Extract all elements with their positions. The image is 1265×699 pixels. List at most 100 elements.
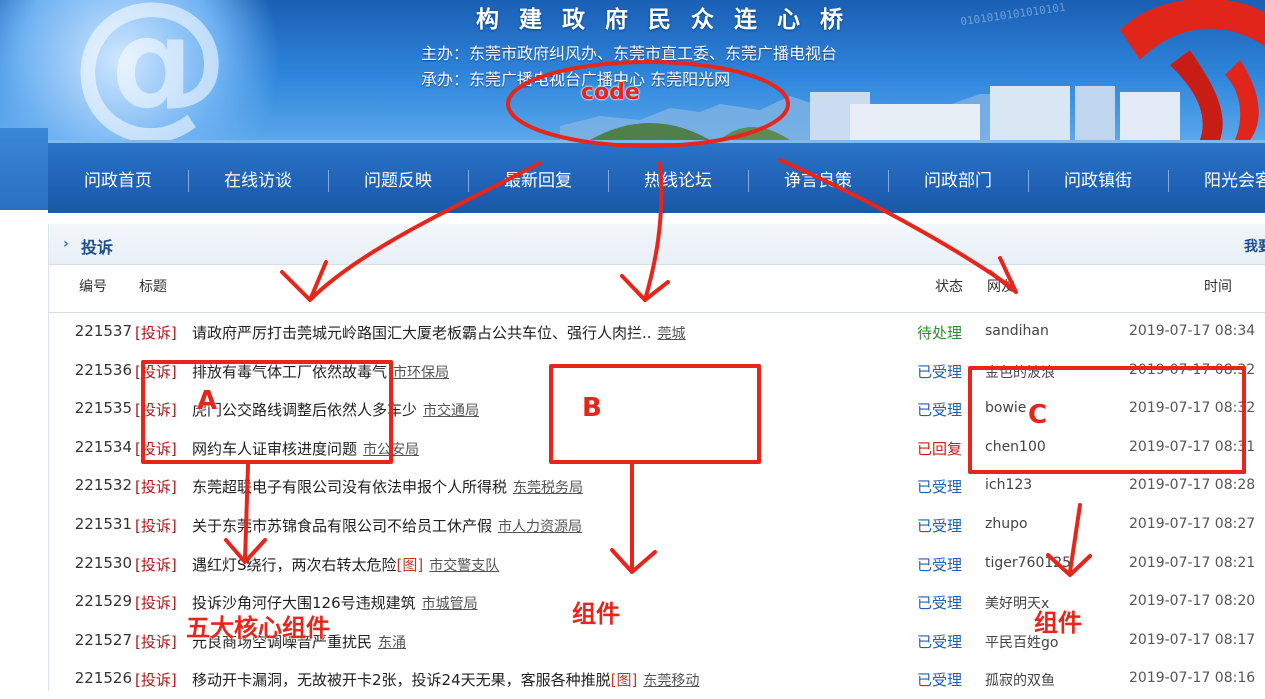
nav-item-interview[interactable]: 在线访谈 [188, 166, 328, 192]
item-number: 221531 [74, 515, 132, 533]
item-title-wrap: 东莞超联电子有限公司没有依法申报个人所得税 东莞税务局 [192, 476, 583, 497]
item-user: 金色的波浪 [985, 364, 1055, 381]
annotation-code: code [581, 80, 640, 105]
more-link[interactable]: 我要 [1244, 236, 1265, 256]
nav-item-departments[interactable]: 问政部门 [888, 166, 1028, 192]
item-tag: [投诉] [135, 401, 177, 420]
item-department[interactable]: 市交通局 [423, 403, 479, 419]
item-tag: [投诉] [135, 555, 177, 574]
item-department[interactable]: 东莞税务局 [513, 480, 583, 496]
picture-marker: [图] [610, 671, 638, 690]
item-number: 221532 [74, 476, 132, 495]
item-number: 221529 [74, 592, 132, 611]
item-time: 2019-07-17 08:17 [1129, 631, 1256, 648]
item-tag: [投诉] [135, 594, 177, 613]
item-status: 已受理 [917, 632, 963, 651]
nav-item-advice[interactable]: 诤言良策 [748, 166, 888, 192]
annotation-c: C [1028, 400, 1048, 430]
item-number: 221530 [74, 553, 132, 572]
item-user: tiger760125 [985, 554, 1072, 571]
item-number: 221535 [74, 399, 132, 418]
item-title-wrap: 请政府严厉打击莞城元岭路国汇大厦老板霸占公共车位、强行人肉拦.. 莞城 [192, 322, 686, 343]
banner-slogan: 构 建 政 府 民 众 连 心 桥 [476, 7, 850, 33]
item-status: 已回复 [917, 439, 963, 458]
list-item[interactable]: 221534 [投诉] 网约车人证审核进度问题 市公安局 已回复 chen100 2019-… [49, 430, 1265, 468]
banner-organizer: 主办：东莞市政府纠风办、东莞市直工委、东莞广播电视台 [421, 44, 838, 63]
annotation-a: A [197, 386, 218, 416]
nav-item-reception[interactable]: 阳光会客 [1168, 166, 1265, 192]
item-title[interactable]: 关于东莞市苏锦食品有限公司不给员工休产假 [192, 517, 492, 535]
item-title[interactable]: 移动开卡漏洞，无故被开卡2张，投诉24天无果，客服各种推脱 [192, 671, 611, 689]
item-title[interactable]: 排放有毒气体工厂依然故毒气 [192, 363, 387, 381]
header-divider [49, 312, 1265, 313]
item-title-wrap: 网约车人证审核进度问题 市公安局 [192, 438, 419, 459]
list-item[interactable]: 221526 [投诉] 移动开卡漏洞，无故被开卡2张，投诉24天无果，客服各种推脱[… [49, 661, 1265, 699]
list-item[interactable]: 221535 [投诉] 虎门公交路线调整后依然人多车少 市交通局 已受理 bowie 201… [49, 391, 1265, 429]
section-title: 投诉 [81, 238, 114, 257]
item-tag: [投诉] [135, 439, 177, 458]
nav-left-edge [0, 128, 48, 210]
col-number: 编号 [79, 279, 107, 295]
item-department[interactable]: 市人力资源局 [498, 519, 582, 535]
item-time: 2019-07-17 08:28 [1129, 477, 1256, 494]
item-user: sandihan [985, 323, 1049, 339]
item-title-wrap: 移动开卡漏洞，无故被开卡2张，投诉24天无果，客服各种推脱[图] 东莞移动 [192, 669, 699, 690]
item-tag: [投诉] [135, 478, 177, 497]
nav-item-latest-reply[interactable]: 最新回复 [468, 166, 608, 192]
annotation-b: B [582, 393, 602, 423]
item-tag: [投诉] [135, 632, 177, 651]
nav-item-towns[interactable]: 问政镇街 [1028, 166, 1168, 192]
list-item[interactable]: 221532 [投诉] 东莞超联电子有限公司没有依法申报个人所得税 东莞税务局 已受理 i… [49, 468, 1265, 506]
item-status: 已受理 [917, 362, 963, 381]
item-status: 已受理 [917, 478, 963, 497]
item-status: 已受理 [917, 401, 963, 420]
item-tag: [投诉] [135, 324, 177, 342]
item-title[interactable]: 东莞超联电子有限公司没有依法申报个人所得税 [192, 478, 507, 496]
item-time: 2019-07-17 08:34 [1129, 323, 1256, 339]
picture-marker: [图] [396, 555, 424, 574]
chevron-right-icon: › [63, 236, 69, 252]
nav-item-home[interactable]: 问政首页 [48, 166, 188, 191]
binary-decoration: 0101010101010101 [959, 0, 1067, 29]
red-sculpture-image [1120, 0, 1265, 140]
item-time: 2019-07-17 08:16 [1129, 670, 1256, 687]
item-tag: [投诉] [135, 517, 177, 535]
list-item[interactable]: 221537 [投诉] 请政府严厉打击莞城元岭路国汇大厦老板霸占公共车位、强行人肉拦… [49, 314, 1265, 352]
item-time: 2019-07-17 08:21 [1129, 554, 1256, 571]
col-time: 时间 [1204, 279, 1232, 295]
item-title-wrap: 遇红灯S绕行，两次右转太危险[图] 市交警支队 [192, 554, 499, 575]
item-department[interactable]: 市环保局 [393, 365, 449, 381]
item-title[interactable]: 遇红灯S绕行，两次右转太危险 [192, 556, 397, 574]
list-item[interactable]: 221530 [投诉] 遇红灯S绕行，两次右转太危险[图] 市交警支队 已受理 tiger… [49, 546, 1265, 584]
item-department[interactable]: 市城管局 [422, 596, 478, 612]
list-item[interactable]: 221536 [投诉] 排放有毒气体工厂依然故毒气 市环保局 已受理 金色的波浪 2019-… [49, 353, 1265, 391]
item-user: 孤寂的双鱼 [985, 673, 1055, 690]
nav-item-forum[interactable]: 热线论坛 [608, 166, 748, 192]
panel-header: › 投诉 我要 [49, 224, 1265, 265]
item-time: 2019-07-17 08:31 [1129, 438, 1256, 455]
item-department[interactable]: 莞城 [658, 326, 686, 342]
item-department[interactable]: 东莞移动 [643, 673, 699, 689]
item-department[interactable]: 东涌 [378, 635, 406, 651]
item-time: 2019-07-17 08:20 [1129, 593, 1256, 610]
item-status: 已受理 [917, 594, 963, 613]
item-title[interactable]: 请政府严厉打击莞城元岭路国汇大厦老板霸占公共车位、强行人肉拦.. [192, 324, 652, 342]
item-title-wrap: 排放有毒气体工厂依然故毒气 市环保局 [192, 361, 449, 382]
item-department[interactable]: 市交警支队 [429, 558, 499, 574]
item-user: chen100 [985, 438, 1046, 455]
item-number: 221536 [74, 360, 132, 379]
item-status: 待处理 [917, 324, 963, 342]
item-department[interactable]: 市公安局 [363, 442, 419, 458]
item-number: 221534 [74, 437, 132, 456]
annotation-component-b: 组件 [572, 600, 620, 628]
col-status: 状态 [935, 279, 963, 295]
list-item[interactable]: 221531 [投诉] 关于东莞市苏锦食品有限公司不给员工休产假 市人力资源局 已受理 z… [49, 507, 1265, 545]
item-status: 已受理 [917, 517, 963, 535]
item-number: 221527 [74, 630, 132, 649]
col-title: 标题 [139, 279, 167, 295]
item-time: 2019-07-17 08:32 [1129, 361, 1256, 378]
nav-item-report[interactable]: 问题反映 [328, 166, 468, 192]
item-title[interactable]: 网约车人证审核进度问题 [192, 440, 357, 458]
item-title[interactable]: 虎门公交路线调整后依然人多车少 [192, 401, 417, 419]
item-number: 221526 [74, 669, 132, 688]
